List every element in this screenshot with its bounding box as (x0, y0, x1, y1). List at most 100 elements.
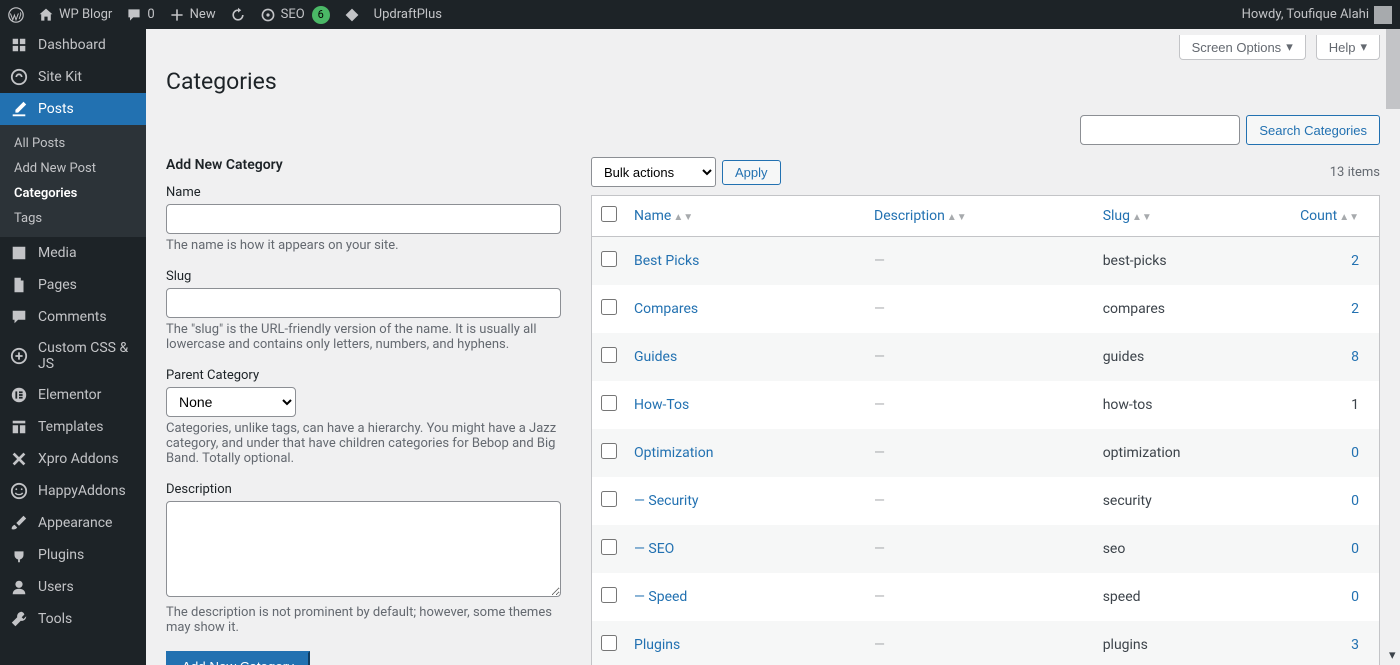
column-name-sort[interactable]: Name▲▼ (634, 208, 693, 224)
row-checkbox[interactable] (601, 443, 617, 459)
menu-item-media[interactable]: Media (0, 237, 146, 269)
apply-button[interactable]: Apply (722, 160, 781, 185)
name-input[interactable] (166, 204, 561, 234)
category-name-link[interactable]: Plugins (634, 637, 680, 653)
menu-label: Comments (38, 309, 107, 325)
column-slug-sort[interactable]: Slug▲▼ (1103, 208, 1152, 224)
search-categories-button[interactable]: Search Categories (1246, 115, 1380, 145)
menu-item-users[interactable]: Users (0, 571, 146, 603)
count-link[interactable]: 0 (1351, 445, 1359, 461)
row-checkbox[interactable] (601, 299, 617, 315)
table-row: — SEO—seo0 (592, 525, 1379, 573)
menu-item-tools[interactable]: Tools (0, 603, 146, 635)
category-name-link[interactable]: How-Tos (634, 397, 689, 413)
menu-label: Templates (38, 419, 104, 435)
category-slug: how-tos (1103, 397, 1153, 413)
column-description-sort[interactable]: Description▲▼ (874, 208, 967, 224)
count-link[interactable]: 0 (1351, 589, 1359, 605)
submenu-item-tags[interactable]: Tags (0, 206, 146, 231)
bulk-actions-select[interactable]: Bulk actions (591, 157, 716, 187)
sort-icon: ▲▼ (947, 212, 967, 223)
table-row: Compares — compares 2 (592, 285, 1379, 333)
submenu-item-categories[interactable]: Categories (0, 181, 146, 206)
category-name-link[interactable]: — SEO (634, 541, 674, 557)
search-input[interactable] (1080, 115, 1240, 145)
menu-item-custom-css-js[interactable]: Custom CSS & JS (0, 333, 146, 379)
sort-icon: ▲▼ (673, 212, 693, 223)
count-link[interactable]: 0 (1351, 493, 1359, 509)
column-count-sort[interactable]: Count▲▼ (1300, 208, 1359, 224)
slug-description: The "slug" is the URL-friendly version o… (166, 322, 561, 352)
menu-item-pages[interactable]: Pages (0, 269, 146, 301)
slug-input[interactable] (166, 288, 561, 318)
seo-link[interactable]: SEO 6 (260, 6, 330, 24)
category-slug: plugins (1103, 637, 1148, 653)
menu-item-dashboard[interactable]: Dashboard (0, 29, 146, 61)
howdy-text: Howdy, Toufique Alahi (1242, 7, 1369, 22)
menu-item-posts[interactable]: Posts (0, 93, 146, 125)
diamond-link[interactable] (344, 7, 360, 23)
wp-logo[interactable] (8, 7, 24, 23)
users-icon (10, 578, 28, 596)
menu-item-happyaddons[interactable]: HappyAddons (0, 475, 146, 507)
new-link[interactable]: New (169, 7, 216, 23)
elementor-icon (10, 386, 28, 404)
count-link[interactable]: 8 (1351, 349, 1359, 365)
category-name-link[interactable]: Best Picks (634, 253, 699, 269)
menu-item-xpro-addons[interactable]: Xpro Addons (0, 443, 146, 475)
categories-list: Bulk actions Apply 13 items Name▲▼ Descr… (591, 157, 1380, 665)
screen-options-button[interactable]: Screen Options ▾ (1179, 35, 1306, 60)
count-link[interactable]: 2 (1351, 253, 1359, 269)
row-checkbox[interactable] (601, 347, 617, 363)
chevron-down-icon: ▾ (1286, 39, 1293, 55)
category-name-link[interactable]: — Speed (634, 589, 687, 605)
plus-icon (169, 7, 185, 23)
diamond-icon (344, 7, 360, 23)
menu-label: Dashboard (38, 37, 106, 53)
scrollbar-thumb[interactable] (1386, 29, 1400, 109)
count-link[interactable]: 2 (1351, 301, 1359, 317)
parent-select[interactable]: None (166, 387, 296, 417)
select-all-checkbox[interactable] (601, 206, 617, 222)
category-description: — (874, 541, 885, 557)
count-link[interactable]: 3 (1351, 637, 1359, 653)
site-home-link[interactable]: WP Blogr (38, 7, 112, 23)
category-name-link[interactable]: Guides (634, 349, 677, 365)
xpro-icon (10, 450, 28, 468)
submenu-item-all-posts[interactable]: All Posts (0, 131, 146, 156)
row-checkbox[interactable] (601, 395, 617, 411)
add-category-submit-button[interactable]: Add New Category (166, 651, 310, 665)
tools-icon (10, 610, 28, 628)
happy-icon (10, 482, 28, 500)
row-checkbox[interactable] (601, 491, 617, 507)
submenu-item-add-new-post[interactable]: Add New Post (0, 156, 146, 181)
scroll-down-icon: ▾ (1389, 648, 1396, 663)
description-textarea[interactable] (166, 501, 561, 597)
menu-item-site-kit[interactable]: Site Kit (0, 61, 146, 93)
count-link[interactable]: 0 (1351, 541, 1359, 557)
sort-icon: ▲▼ (1132, 212, 1152, 223)
row-checkbox[interactable] (601, 635, 617, 651)
category-slug: compares (1103, 301, 1165, 317)
updraft-link[interactable]: UpdraftPlus (374, 7, 442, 22)
row-checkbox[interactable] (601, 539, 617, 555)
cache-link[interactable] (230, 7, 246, 23)
row-checkbox[interactable] (601, 587, 617, 603)
row-checkbox[interactable] (601, 251, 617, 267)
menu-item-templates[interactable]: Templates (0, 411, 146, 443)
category-name-link[interactable]: — Security (634, 493, 699, 509)
help-button[interactable]: Help ▾ (1316, 35, 1380, 60)
category-name-link[interactable]: Optimization (634, 445, 713, 461)
menu-item-plugins[interactable]: Plugins (0, 539, 146, 571)
menu-item-appearance[interactable]: Appearance (0, 507, 146, 539)
table-row: — Security—security0 (592, 477, 1379, 525)
menu-item-comments[interactable]: Comments (0, 301, 146, 333)
comments-link[interactable]: 0 (126, 7, 154, 23)
category-description: — (874, 301, 885, 317)
scrollbar[interactable]: ▴ ▾ (1386, 29, 1400, 665)
category-slug: guides (1103, 349, 1145, 365)
category-name-link[interactable]: Compares (634, 301, 698, 317)
menu-item-elementor[interactable]: Elementor (0, 379, 146, 411)
parent-description: Categories, unlike tags, can have a hier… (166, 421, 561, 466)
account-link[interactable]: Howdy, Toufique Alahi (1242, 6, 1392, 24)
